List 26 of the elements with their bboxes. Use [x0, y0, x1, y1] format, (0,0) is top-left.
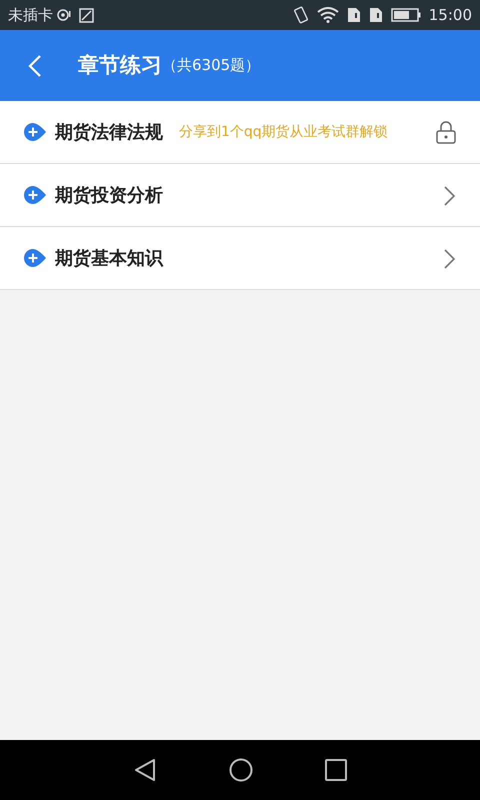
image-icon	[79, 8, 94, 22]
vibrate-icon	[292, 6, 309, 24]
chapter-row[interactable]: 期货法律法规 分享到1个qq期货从业考试群解锁	[0, 101, 480, 164]
clock-text: 15:00	[428, 4, 472, 26]
chapter-row[interactable]: 期货基本知识	[0, 227, 480, 290]
chevron-icon	[444, 248, 456, 269]
chapter-title: 期货基本知识	[55, 246, 163, 270]
chevron-icon	[444, 186, 456, 206]
home-icon[interactable]	[229, 758, 253, 782]
plus-icon	[24, 186, 47, 204]
page-title: 章节练习	[78, 52, 162, 79]
chapter-row[interactable]: 期货投资分析	[0, 164, 480, 227]
unlock-hint: 分享到1个qq期货从业考试群解锁	[179, 122, 388, 142]
plus-icon	[24, 249, 47, 267]
battery-icon	[390, 8, 421, 22]
wifi-icon	[316, 7, 339, 23]
recents-icon[interactable]	[325, 759, 347, 781]
chapter-title: 期货法律法规	[55, 120, 163, 144]
plus-icon	[24, 123, 47, 141]
carrier-text: 未插卡	[8, 4, 53, 26]
question-count: （共6305题）	[162, 55, 260, 76]
back-icon[interactable]	[133, 758, 157, 782]
sim-icon	[368, 7, 383, 23]
sim-icon	[346, 7, 361, 23]
chapter-title: 期货投资分析	[55, 184, 163, 208]
lock-icon	[436, 120, 456, 144]
